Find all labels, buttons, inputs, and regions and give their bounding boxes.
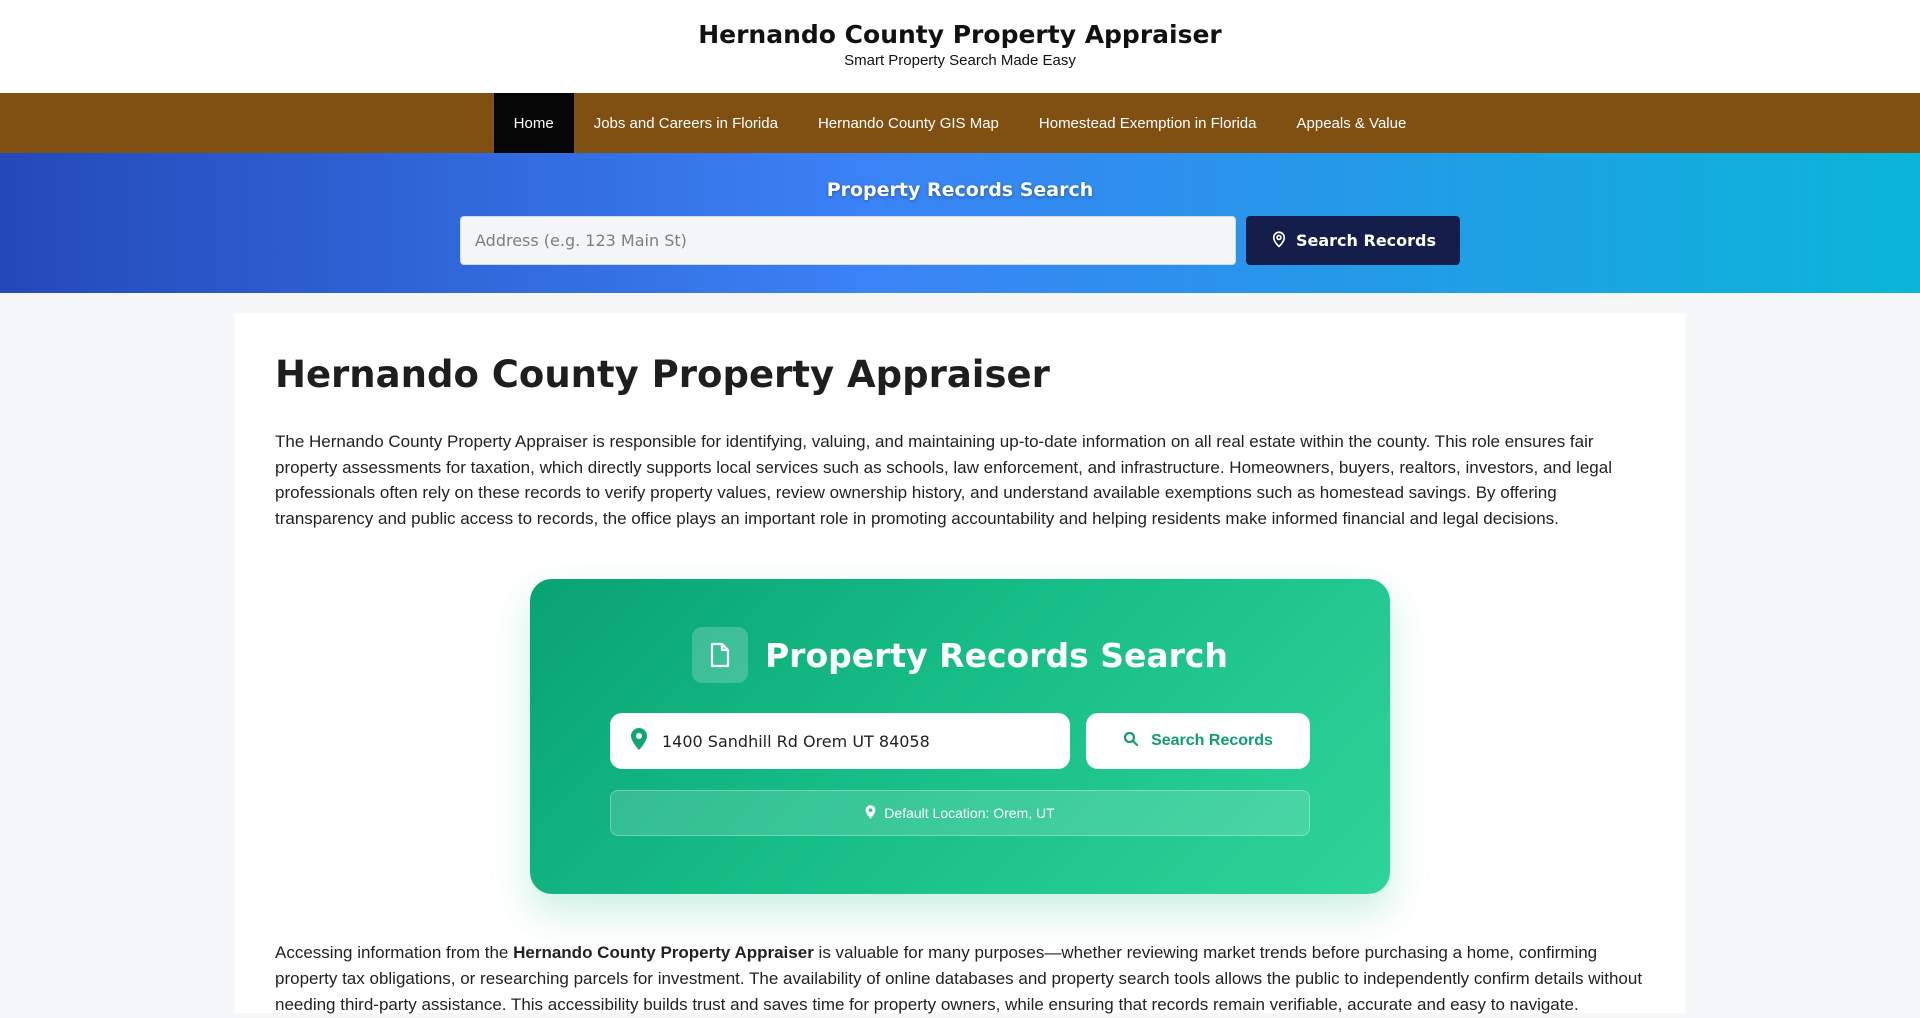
nav-item-gis-map[interactable]: Hernando County GIS Map: [798, 93, 1019, 153]
hero-search-form: Search Records: [0, 216, 1920, 265]
outro-prefix: Accessing information from the: [275, 943, 514, 962]
hero-search-button-label: Search Records: [1295, 231, 1437, 250]
site-header: Hernando County Property Appraiser Smart…: [0, 0, 1920, 93]
default-location-bar: Default Location: Orem, UT: [610, 790, 1310, 836]
property-search-card: Property Records Search 1400 Sandhill Rd…: [530, 579, 1390, 894]
hero-address-input[interactable]: [460, 216, 1236, 265]
document-icon: [692, 627, 748, 683]
site-tagline: Smart Property Search Made Easy: [844, 52, 1076, 69]
default-location-text: Default Location: Orem, UT: [884, 805, 1055, 821]
nav-item-home[interactable]: Home: [493, 93, 574, 153]
nav-item-appeals[interactable]: Appeals & Value: [1277, 93, 1427, 153]
card-address-input[interactable]: [662, 731, 1032, 751]
outro-paragraph: Accessing information from the Hernando …: [275, 940, 1645, 1018]
card-title: Property Records Search: [765, 635, 1228, 675]
nav-item-homestead[interactable]: Homestead Exemption in Florida: [1019, 93, 1277, 153]
main-content: Hernando County Property Appraiser The H…: [235, 313, 1685, 1014]
hero-search-button[interactable]: Search Records: [1246, 216, 1460, 265]
search-icon: [1123, 731, 1139, 752]
card-search-button[interactable]: Search Records: [1086, 713, 1310, 769]
location-pin-icon: [1270, 230, 1288, 252]
outro-bold: Hernando County Property Appraiser: [513, 943, 814, 962]
card-address-field[interactable]: [610, 713, 1070, 769]
intro-paragraph: The Hernando County Property Appraiser i…: [275, 432, 1612, 528]
page-heading: Hernando County Property Appraiser: [275, 353, 1050, 396]
main-nav: Home Jobs and Careers in Florida Hernand…: [0, 93, 1920, 153]
card-search-form: Search Records: [530, 713, 1390, 769]
card-search-button-label: Search Records: [1151, 732, 1273, 749]
site-title: Hernando County Property Appraiser: [698, 20, 1222, 49]
hero-search-banner: Property Records Search Search Records: [0, 153, 1920, 293]
card-header: Property Records Search: [530, 579, 1390, 683]
nav-item-jobs[interactable]: Jobs and Careers in Florida: [574, 93, 798, 153]
map-pin-icon: [630, 727, 648, 755]
hero-title: Property Records Search: [826, 179, 1094, 201]
location-pin-small-icon: [865, 804, 876, 822]
